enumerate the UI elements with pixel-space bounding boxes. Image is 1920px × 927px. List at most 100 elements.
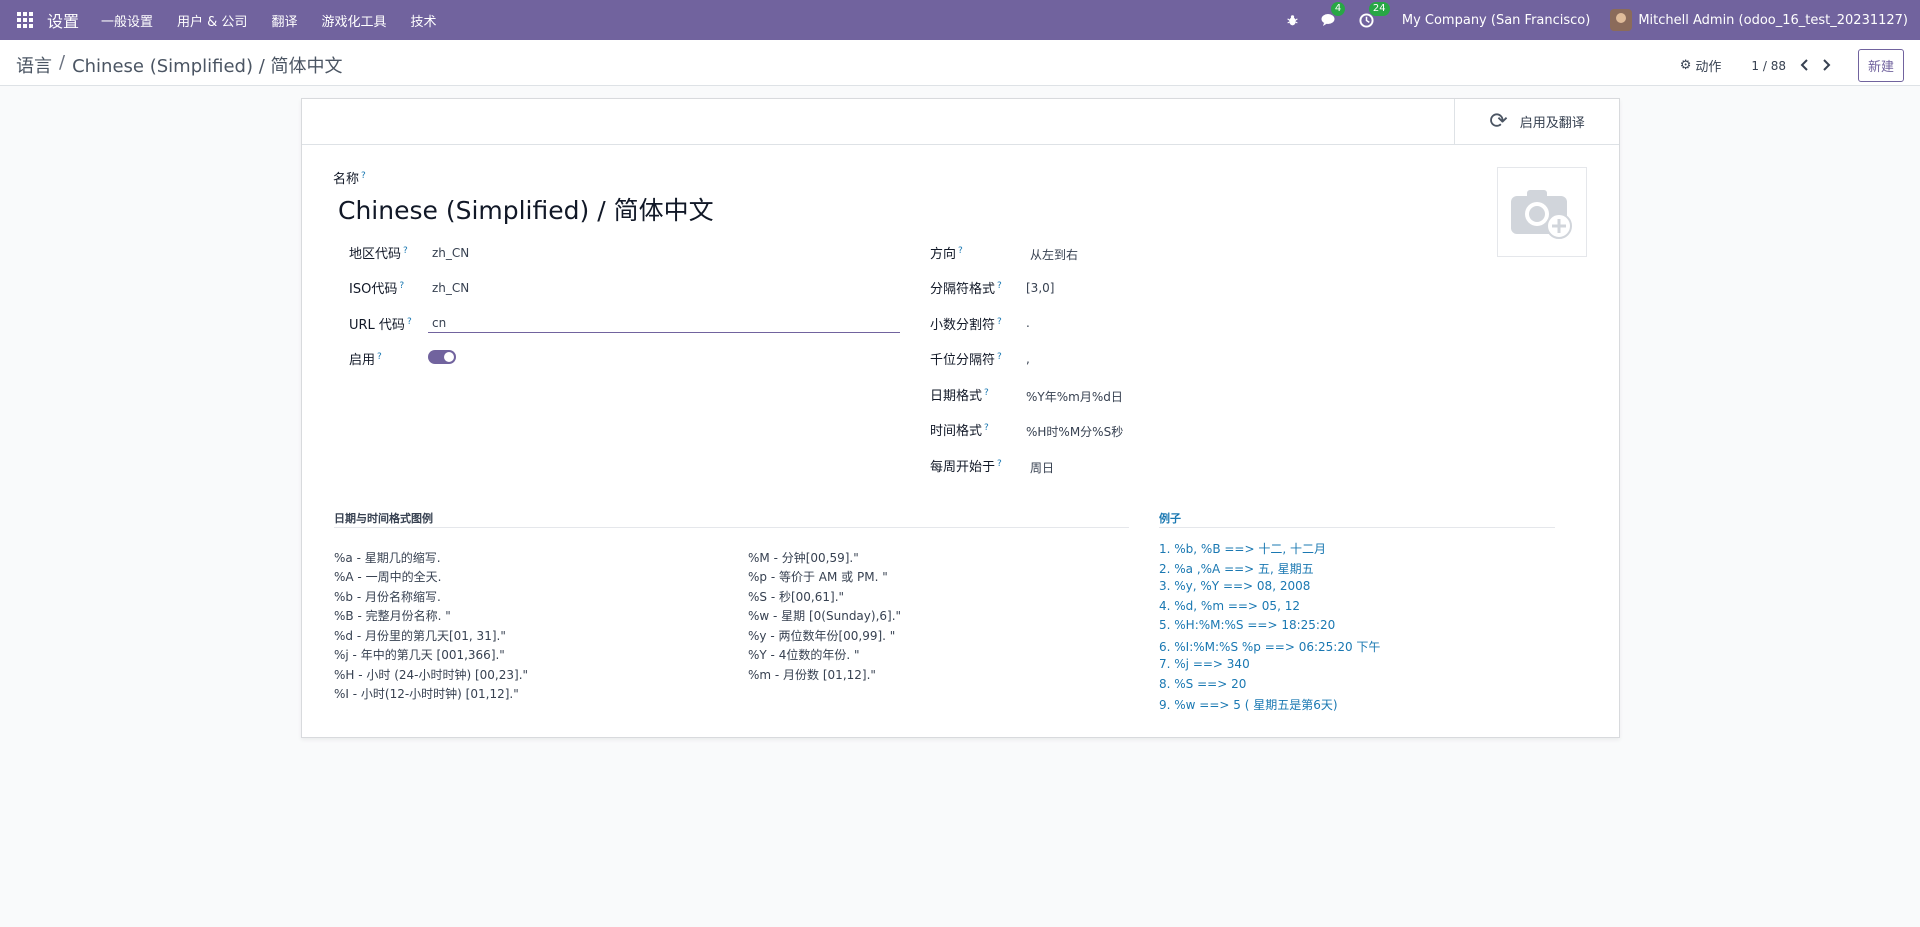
app-brand[interactable]: 设置 bbox=[47, 8, 79, 32]
legend-item: %Y - 4位数的年份. " bbox=[748, 648, 860, 662]
company-switcher[interactable]: My Company (San Francisco) bbox=[1402, 13, 1590, 28]
examples-section-title: 例子 bbox=[1159, 512, 1181, 525]
grouping-value[interactable]: [3,0] bbox=[1026, 281, 1054, 295]
example-item: 2. %a ,%A ==> 五, 星期五 bbox=[1159, 562, 1314, 576]
action-menu-button[interactable]: ⚙ 动作 bbox=[1680, 56, 1722, 75]
thousands-separator-value[interactable]: , bbox=[1026, 352, 1030, 366]
debug-bug-icon[interactable] bbox=[1286, 14, 1299, 27]
activate-translate-label: 启用及翻译 bbox=[1519, 116, 1585, 131]
menu-item-translations[interactable]: 翻译 bbox=[271, 11, 297, 30]
week-start-value[interactable]: 周日 bbox=[1030, 459, 1054, 476]
menu-item-gamification[interactable]: 游戏化工具 bbox=[321, 11, 386, 30]
active-label: 启用? bbox=[349, 351, 382, 368]
legend-item: %B - 完整月份名称. " bbox=[334, 609, 451, 623]
camera-add-icon bbox=[1511, 190, 1572, 239]
legend-item: %w - 星期 [0(Sunday),6]." bbox=[748, 609, 902, 623]
help-tooltip-icon[interactable]: ? bbox=[399, 281, 404, 291]
locale-code-value[interactable]: zh_CN bbox=[432, 246, 469, 260]
decimal-separator-label: 小数分割符? bbox=[930, 316, 1002, 333]
help-tooltip-icon[interactable]: ? bbox=[997, 459, 1002, 469]
week-start-label: 每周开始于? bbox=[930, 458, 1002, 475]
control-panel: 语言 / Chinese (Simplified) / 简体中文 ⚙ 动作 1 … bbox=[0, 40, 1920, 86]
active-toggle[interactable] bbox=[428, 350, 456, 364]
control-panel-right: ⚙ 动作 1 / 88 新建 bbox=[1680, 49, 1904, 82]
legend-item: %M - 分钟[00,59]." bbox=[748, 551, 859, 565]
help-tooltip-icon[interactable]: ? bbox=[407, 317, 412, 327]
help-tooltip-icon[interactable]: ? bbox=[984, 423, 989, 433]
iso-code-value[interactable]: zh_CN bbox=[432, 281, 469, 295]
apps-menu-icon[interactable] bbox=[17, 12, 33, 28]
help-tooltip-icon[interactable]: ? bbox=[984, 388, 989, 398]
legend-item: %I - 小时(12-小时时钟) [01,12]." bbox=[334, 687, 519, 701]
date-format-value[interactable]: %Y年%m月%d日 bbox=[1026, 388, 1123, 405]
help-tooltip-icon[interactable]: ? bbox=[997, 352, 1002, 362]
activities-clock-icon[interactable]: 24 bbox=[1359, 1, 1390, 28]
new-button[interactable]: 新建 bbox=[1857, 49, 1904, 82]
example-item: 6. %I:%M:%S %p ==> 06:25:20 下午 bbox=[1159, 640, 1381, 654]
example-item: 1. %b, %B ==> 十二, 十二月 bbox=[1159, 542, 1326, 556]
legend-item: %A - 一周中的全天. bbox=[334, 570, 442, 584]
breadcrumb-separator: / bbox=[59, 52, 66, 73]
grouping-label: 分隔符格式? bbox=[930, 280, 1002, 297]
action-menu-label: 动作 bbox=[1695, 60, 1722, 75]
activate-translate-button[interactable]: ⟳ 启用及翻译 bbox=[1454, 99, 1619, 144]
menu-item-general-settings[interactable]: 一般设置 bbox=[101, 11, 153, 30]
url-code-input[interactable] bbox=[428, 313, 900, 333]
gear-icon: ⚙ bbox=[1679, 58, 1692, 73]
iso-code-label: ISO代码? bbox=[349, 280, 405, 297]
name-field-label: 名称? bbox=[333, 170, 366, 187]
help-tooltip-icon[interactable]: ? bbox=[361, 171, 366, 181]
example-item: 7. %j ==> 340 bbox=[1159, 657, 1250, 671]
example-item: 3. %y, %Y ==> 08, 2008 bbox=[1159, 579, 1311, 593]
legend-section-title: 日期与时间格式图例 bbox=[334, 512, 433, 525]
url-code-label: URL 代码? bbox=[349, 316, 412, 333]
legend-item: %d - 月份里的第几天[01, 31]." bbox=[334, 629, 506, 643]
help-tooltip-icon[interactable]: ? bbox=[997, 317, 1002, 327]
pager-next-button[interactable] bbox=[1818, 56, 1836, 75]
refresh-icon: ⟳ bbox=[1489, 109, 1508, 134]
menu-item-users-companies[interactable]: 用户 & 公司 bbox=[177, 11, 247, 30]
pager-value[interactable]: 1 / 88 bbox=[1751, 59, 1786, 73]
name-field-value[interactable]: Chinese (Simplified) / 简体中文 bbox=[338, 191, 714, 227]
legend-item: %S - 秒[00,61]." bbox=[748, 590, 845, 604]
thousands-separator-label: 千位分隔符? bbox=[930, 351, 1002, 368]
menu-item-technical[interactable]: 技术 bbox=[410, 11, 436, 30]
pager-previous-button[interactable] bbox=[1796, 56, 1814, 75]
legend-item: %b - 月份名称缩写. bbox=[334, 590, 441, 604]
examples-divider bbox=[1159, 527, 1555, 528]
breadcrumb-languages-link[interactable]: 语言 bbox=[16, 52, 52, 78]
help-tooltip-icon[interactable]: ? bbox=[997, 281, 1002, 291]
messages-chat-icon[interactable]: 4 bbox=[1321, 2, 1346, 27]
form-statusbar: ⟳ 启用及翻译 bbox=[302, 99, 1619, 145]
legend-item: %H - 小时 (24-小时时钟) [00,23]." bbox=[334, 668, 529, 682]
activities-badge: 24 bbox=[1368, 1, 1390, 16]
legend-divider bbox=[334, 527, 1129, 528]
legend-item: %j - 年中的第几天 [001,366]." bbox=[334, 648, 505, 662]
navbar-systray: 4 24 My Company (San Francisco) Mitchell… bbox=[1286, 0, 1920, 40]
user-avatar bbox=[1610, 9, 1633, 31]
user-name: Mitchell Admin (odoo_16_test_20231127) bbox=[1638, 12, 1908, 28]
direction-value[interactable]: 从左到右 bbox=[1030, 246, 1078, 263]
date-format-label: 日期格式? bbox=[930, 387, 989, 404]
example-item: 5. %H:%M:%S ==> 18:25:20 bbox=[1159, 618, 1336, 632]
help-tooltip-icon[interactable]: ? bbox=[403, 246, 408, 256]
example-item: 9. %w ==> 5 ( 星期五是第6天) bbox=[1159, 698, 1338, 712]
chevron-left-icon bbox=[1801, 59, 1809, 71]
help-tooltip-icon[interactable]: ? bbox=[377, 352, 382, 362]
top-navbar: 设置 一般设置 用户 & 公司 翻译 游戏化工具 技术 4 24 My Comp… bbox=[0, 0, 1920, 40]
decimal-separator-value[interactable]: . bbox=[1026, 316, 1030, 330]
locale-code-label: 地区代码? bbox=[349, 245, 408, 262]
legend-item: %p - 等价于 AM 或 PM. " bbox=[748, 570, 888, 584]
example-item: 8. %S ==> 20 bbox=[1159, 677, 1247, 691]
breadcrumb-current: Chinese (Simplified) / 简体中文 bbox=[72, 56, 343, 77]
legend-item: %y - 两位数年份[00,99]. " bbox=[748, 629, 896, 643]
chevron-right-icon bbox=[1823, 59, 1831, 71]
breadcrumb: 语言 / Chinese (Simplified) / 简体中文 bbox=[16, 52, 343, 78]
legend-item: %a - 星期几的缩写. bbox=[334, 551, 441, 565]
flag-image-upload[interactable] bbox=[1497, 167, 1587, 257]
time-format-value[interactable]: %H时%M分%S秒 bbox=[1026, 423, 1123, 440]
main-menu: 一般设置 用户 & 公司 翻译 游戏化工具 技术 bbox=[101, 11, 460, 30]
messages-badge: 4 bbox=[1330, 2, 1346, 16]
help-tooltip-icon[interactable]: ? bbox=[958, 246, 963, 256]
user-menu[interactable]: Mitchell Admin (odoo_16_test_20231127) bbox=[1610, 9, 1908, 31]
